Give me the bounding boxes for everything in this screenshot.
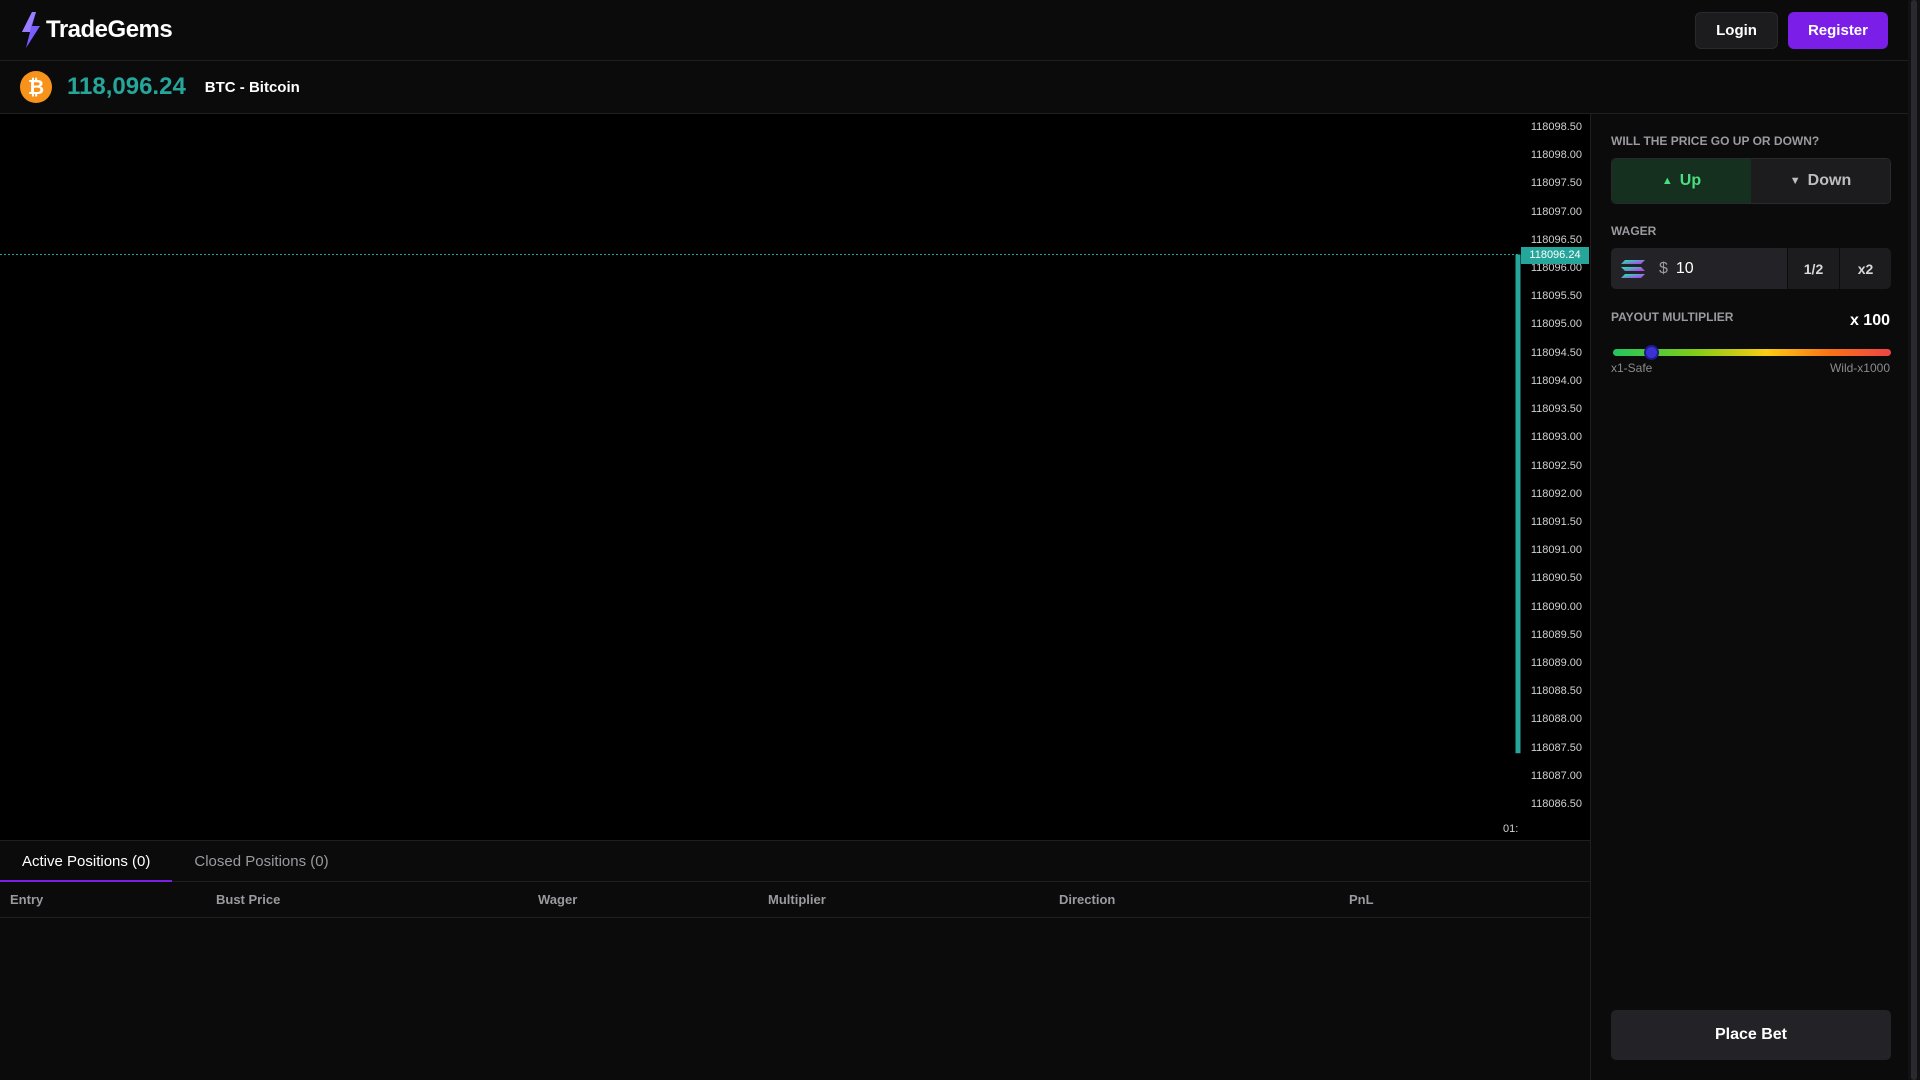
price-axis-tick: 118095.00 — [1530, 318, 1582, 331]
up-button[interactable]: ▲ Up — [1612, 159, 1751, 203]
time-axis-label: 01: — [1503, 823, 1519, 835]
positions-panel: Active Positions (0) Closed Positions (0… — [0, 840, 1590, 1080]
wager-input-wrap: $ — [1611, 248, 1787, 289]
price-axis-tick: 118093.50 — [1530, 403, 1582, 416]
direction-toggle: ▲ Up ▼ Down — [1611, 158, 1891, 204]
place-bet-button[interactable]: Place Bet — [1611, 1010, 1891, 1060]
column-wager: Wager — [538, 892, 578, 907]
wager-control: $ 1/2 x2 — [1611, 248, 1891, 289]
price-axis-tick: 118091.00 — [1530, 544, 1582, 557]
lightning-gem-icon — [22, 12, 40, 48]
price-axis-tick: 118093.00 — [1530, 431, 1582, 444]
price-axis-tick: 118097.00 — [1530, 205, 1582, 218]
price-axis-tick: 118096.50 — [1530, 233, 1582, 246]
current-price-tag: 118096.24 — [1521, 246, 1589, 264]
column-bust-price: Bust Price — [216, 892, 281, 907]
register-button[interactable]: Register — [1787, 11, 1888, 49]
down-label: Down — [1807, 172, 1852, 189]
currency-symbol: $ — [1659, 259, 1668, 277]
positions-table-header: Entry Bust Price Wager Multiplier Direct… — [0, 882, 1590, 918]
price-axis-tick: 118086.50 — [1530, 798, 1582, 810]
triangle-down-icon: ▼ — [1789, 175, 1801, 187]
price-axis-tick: 118098.50 — [1530, 121, 1582, 133]
chart-canvas — [0, 254, 1521, 754]
price-axis-tick: 118090.00 — [1530, 600, 1582, 613]
price-axis-tick: 118089.00 — [1530, 656, 1582, 669]
top-navbar: TradeGems Login Register — [0, 0, 1908, 61]
asset-ticker: ₿ 118,096.24 BTC - Bitcoin — [0, 61, 1908, 114]
page-scrollbar[interactable] — [1908, 0, 1920, 1080]
column-multiplier: Multiplier — [768, 892, 826, 907]
down-button[interactable]: ▼ Down — [1751, 159, 1890, 203]
price-axis-tick: 118089.50 — [1530, 628, 1582, 641]
login-button[interactable]: Login — [1695, 11, 1778, 49]
price-axis-tick: 118087.50 — [1530, 741, 1582, 754]
multiplier-slider[interactable] — [1613, 345, 1891, 360]
brand-name: TradeGems — [46, 16, 173, 43]
payout-multiplier-value: x 100 — [1849, 312, 1890, 329]
column-entry: Entry — [10, 892, 44, 907]
auth-buttons: Login Register — [1695, 11, 1888, 49]
bitcoin-icon: ₿ — [20, 71, 52, 103]
price-axis-tick: 118097.50 — [1530, 177, 1582, 190]
price-axis-tick: 118091.50 — [1530, 515, 1582, 528]
payout-multiplier-label: PAYOUT MULTIPLIER — [1611, 310, 1734, 324]
direction-label: WILL THE PRICE GO UP OR DOWN? — [1611, 134, 1820, 148]
tab-closed-positions[interactable]: Closed Positions (0) — [172, 841, 350, 882]
triangle-up-icon: ▲ — [1661, 175, 1673, 187]
column-pnl: PnL — [1349, 892, 1374, 907]
column-direction: Direction — [1059, 892, 1116, 907]
slider-min-label: x1-Safe — [1611, 361, 1653, 375]
tab-active-positions[interactable]: Active Positions (0) — [0, 841, 173, 882]
price-axis-tick: 118088.00 — [1530, 713, 1582, 726]
double-wager-button[interactable]: x2 — [1839, 248, 1891, 289]
half-wager-button[interactable]: 1/2 — [1787, 248, 1839, 289]
brand-logo[interactable]: TradeGems — [20, 12, 173, 48]
price-axis-tick: 118098.00 — [1530, 149, 1582, 162]
solana-icon — [1621, 259, 1645, 278]
price-axis-tick: 118090.50 — [1530, 572, 1582, 585]
wager-label: WAGER — [1611, 224, 1657, 238]
asset-pair[interactable]: BTC - Bitcoin — [205, 79, 300, 96]
up-label: Up — [1679, 172, 1702, 189]
price-chart[interactable]: 118098.50 118098.00 118097.50 118097.00 1180… — [0, 114, 1590, 840]
bet-panel: WILL THE PRICE GO UP OR DOWN? ▲ Up ▼ Dow… — [1590, 114, 1908, 1080]
price-axis-tick: 118096.00 — [1530, 262, 1582, 275]
price-axis-tick: 118088.50 — [1530, 685, 1582, 698]
price-axis-tick: 118095.50 — [1530, 290, 1582, 303]
price-axis-tick: 118094.00 — [1530, 374, 1582, 387]
price-axis-tick: 118087.00 — [1530, 769, 1582, 782]
positions-tabs: Active Positions (0) Closed Positions (0… — [0, 841, 1590, 882]
price-axis-tick: 118092.00 — [1530, 487, 1582, 500]
page-scrollbar-thumb[interactable] — [1911, 0, 1917, 1080]
multiplier-slider-handle[interactable] — [1643, 345, 1659, 360]
current-price: 118,096.24 — [67, 73, 186, 100]
price-axis-tick: 118092.50 — [1530, 459, 1582, 472]
wager-input[interactable] — [1675, 259, 1766, 278]
slider-max-label: Wild-x1000 — [1829, 361, 1890, 375]
price-axis-tick: 118094.50 — [1530, 346, 1582, 359]
